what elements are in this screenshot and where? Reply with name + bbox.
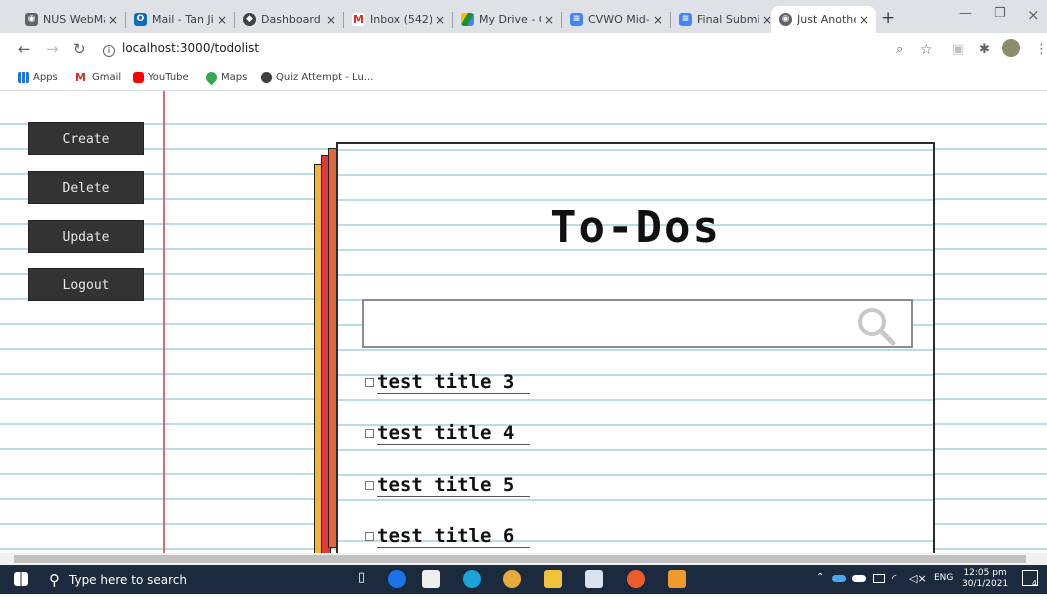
bookmark-quiz[interactable]: Quiz Attempt - Lu...	[261, 72, 373, 83]
app-icon[interactable]	[388, 570, 406, 588]
new-tab-button[interactable]: +	[881, 8, 895, 28]
browser-toolbar: ← → ↻ i localhost:3000/todolist ⌕ ☆ ▣ ✱ ⋮	[0, 33, 1047, 67]
extension-icon[interactable]: ▣	[952, 42, 964, 57]
todo-checkbox[interactable]	[365, 532, 374, 541]
taskbar-search[interactable]: ⚲ Type here to search	[49, 571, 187, 589]
todo-item[interactable]: test title 5	[365, 474, 531, 497]
tab-active-todolist[interactable]: ◉Just Another×	[771, 6, 876, 33]
maps-pin-icon	[203, 69, 220, 86]
bookmarks-bar: Apps M Gmail YouTube Maps Quiz Attempt - …	[0, 67, 1047, 91]
outlook-icon: O	[134, 13, 147, 26]
todo-title: test title 6	[377, 525, 531, 548]
globe-icon: ◉	[25, 13, 38, 26]
back-icon[interactable]: ←	[18, 40, 31, 58]
bookmark-maps[interactable]: Maps	[203, 69, 247, 86]
tab-close-icon[interactable]: ×	[856, 13, 872, 27]
tab-mail[interactable]: O Mail - Tan Ji ×	[126, 6, 234, 33]
sublime-icon[interactable]	[668, 570, 686, 588]
notification-center-icon[interactable]: 4	[1022, 570, 1038, 588]
google-drive-icon	[461, 13, 474, 26]
tab-my-drive[interactable]: My Drive - G ×	[453, 6, 561, 33]
tab-close-icon[interactable]: ×	[432, 13, 448, 27]
notes-icon[interactable]	[585, 570, 603, 588]
info-icon[interactable]: i	[103, 45, 115, 57]
bookmark-star-icon[interactable]: ☆	[920, 42, 933, 58]
globe-icon: ◉	[779, 13, 792, 26]
gmail-icon: M	[75, 71, 86, 84]
tab-nus-webmail[interactable]: ◉NUS WebMail×	[17, 6, 125, 33]
profile-avatar[interactable]	[1002, 39, 1020, 57]
tab-dashboard[interactable]: ◆ Dashboard ×	[235, 6, 343, 33]
tab-final-submission[interactable]: ≡Final Submis×	[671, 6, 779, 33]
tab-cvwo-mid[interactable]: ≡ CVWO Mid- ×	[562, 6, 670, 33]
bookmark-youtube[interactable]: YouTube	[133, 72, 189, 83]
taskbar-clock[interactable]: 12:05 pm 30/1/2021	[962, 568, 1008, 590]
close-window-icon[interactable]: ×	[1027, 6, 1040, 24]
youtube-icon	[133, 72, 144, 83]
bookmark-apps[interactable]: Apps	[18, 72, 58, 83]
todo-card: To-Dos test title 3 test title 4 test ti…	[336, 142, 935, 553]
todo-title: test title 4	[377, 422, 531, 445]
menu-kebab-icon[interactable]: ⋮	[1035, 42, 1047, 57]
bookmark-gmail[interactable]: M Gmail	[75, 72, 121, 83]
notebook-margin-line	[163, 91, 165, 553]
todo-checkbox[interactable]	[365, 481, 374, 490]
dashboard-icon: ◆	[243, 13, 256, 26]
search-icon[interactable]	[855, 305, 897, 347]
battery-icon[interactable]	[873, 574, 885, 583]
tab-close-icon[interactable]: ×	[214, 13, 230, 27]
file-explorer-icon[interactable]	[544, 570, 562, 588]
tab-close-icon[interactable]: ×	[105, 13, 121, 27]
todo-title: test title 3	[377, 371, 531, 394]
browser-tab-bar: ◉NUS WebMail× OMail - Tan Ji× ◆Dashboard…	[0, 0, 1047, 33]
address-bar[interactable]: i localhost:3000/todolist	[103, 41, 259, 57]
apps-grid-icon	[18, 72, 29, 83]
todo-item[interactable]: test title 3	[365, 371, 531, 394]
zoom-icon[interactable]: ⌕	[896, 42, 903, 57]
onedrive-personal-icon[interactable]	[852, 575, 866, 582]
extensions-puzzle-icon[interactable]: ✱	[979, 42, 990, 57]
tab-close-icon[interactable]: ×	[323, 13, 339, 27]
tab-close-icon[interactable]: ×	[541, 13, 557, 27]
logout-button[interactable]: Logout	[28, 268, 144, 301]
todo-item[interactable]: test title 4	[365, 422, 531, 445]
windows-taskbar: ⚲ Type here to search ▯ ⌃ ◜ ◁× ENG 12:05 …	[0, 565, 1047, 594]
page-content: Create Delete Update Logout To-Dos test …	[0, 91, 1047, 553]
google-docs-icon: ≡	[679, 13, 692, 26]
tray-chevron-icon[interactable]: ⌃	[816, 572, 824, 583]
quiz-icon	[261, 72, 272, 83]
update-button[interactable]: Update	[28, 220, 144, 253]
scrollbar-thumb[interactable]	[14, 555, 1026, 563]
task-view-icon[interactable]: ▯	[358, 570, 376, 588]
volume-muted-icon[interactable]: ◁×	[909, 572, 927, 585]
search-icon: ⚲	[49, 571, 60, 589]
tab-close-icon[interactable]: ×	[650, 13, 666, 27]
page-title: To-Dos	[550, 202, 721, 253]
search-input[interactable]	[362, 299, 913, 348]
store-icon[interactable]	[422, 570, 440, 588]
edge-icon[interactable]	[463, 570, 481, 588]
minimize-icon[interactable]: —	[959, 6, 972, 21]
delete-button[interactable]: Delete	[28, 171, 144, 204]
windows-start-icon[interactable]	[14, 572, 28, 586]
restore-icon[interactable]: ❐	[994, 6, 1006, 21]
create-button[interactable]: Create	[28, 122, 144, 155]
gmail-icon: M	[352, 13, 365, 26]
google-docs-icon: ≡	[570, 13, 583, 26]
chrome-icon[interactable]	[503, 570, 521, 588]
todo-checkbox[interactable]	[365, 429, 374, 438]
tab-gmail-inbox[interactable]: M Inbox (542) ×	[344, 6, 452, 33]
forward-icon[interactable]: →	[46, 40, 59, 58]
wifi-icon[interactable]: ◜	[892, 572, 896, 585]
reload-icon[interactable]: ↻	[73, 40, 86, 58]
onedrive-icon[interactable]	[832, 575, 846, 582]
todo-title: test title 5	[377, 474, 531, 497]
language-indicator[interactable]: ENG	[934, 573, 953, 583]
todo-item[interactable]: test title 6	[365, 525, 531, 548]
horizontal-scrollbar[interactable]	[0, 553, 1047, 565]
ubuntu-icon[interactable]	[627, 570, 645, 588]
todo-checkbox[interactable]	[365, 378, 374, 387]
